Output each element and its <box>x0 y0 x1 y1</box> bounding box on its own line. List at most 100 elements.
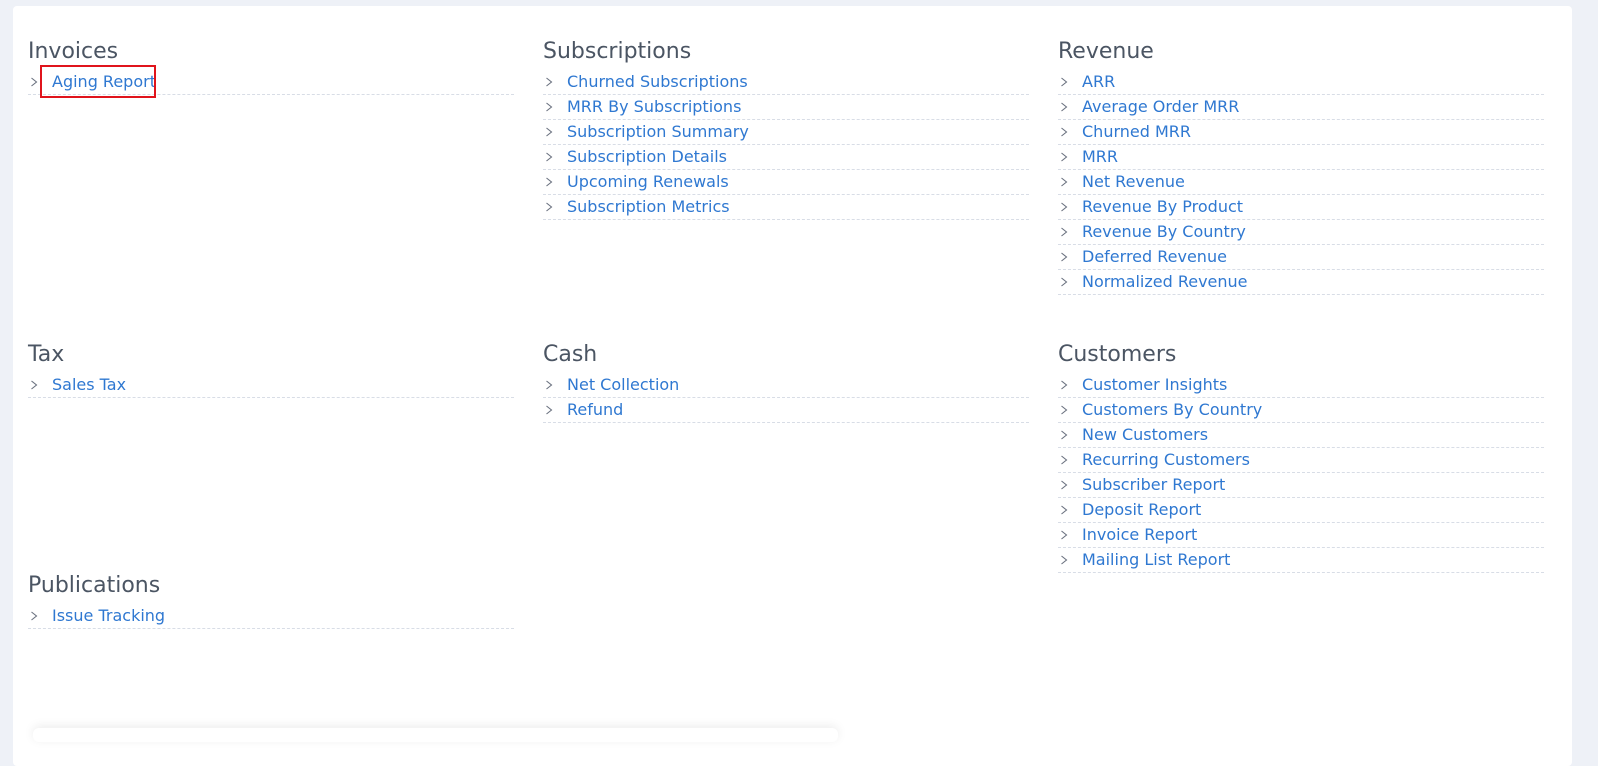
chevron-right-icon <box>546 202 553 212</box>
bottom-card-edge <box>33 728 838 742</box>
report-item: MRR By Subscriptions <box>543 96 1029 120</box>
chevron-right-icon <box>1061 177 1068 187</box>
report-item-aging-report: Aging Report <box>28 65 514 98</box>
report-link-revenue-by-product[interactable]: Revenue By Product <box>1082 197 1243 216</box>
section-tax: Tax Sales Tax <box>28 340 514 399</box>
report-list-tax: Sales Tax <box>28 374 514 398</box>
report-item: Net Collection <box>543 374 1029 398</box>
chevron-right-icon <box>546 127 553 137</box>
report-item: Subscriber Report <box>1058 474 1544 498</box>
report-link-subscription-metrics[interactable]: Subscription Metrics <box>567 197 730 216</box>
chevron-right-icon <box>31 77 38 87</box>
report-link-churned-subscriptions[interactable]: Churned Subscriptions <box>567 72 748 91</box>
chevron-right-icon <box>1061 430 1068 440</box>
chevron-right-icon <box>1061 102 1068 112</box>
chevron-right-icon <box>1061 77 1068 87</box>
chevron-right-icon <box>1061 505 1068 515</box>
report-link-deposit-report[interactable]: Deposit Report <box>1082 500 1201 519</box>
chevron-right-icon <box>31 380 38 390</box>
report-item: Revenue By Product <box>1058 196 1544 220</box>
report-item: Mailing List Report <box>1058 549 1544 573</box>
report-link-mailing-list-report[interactable]: Mailing List Report <box>1082 550 1230 569</box>
chevron-right-icon <box>546 177 553 187</box>
report-item: ARR <box>1058 71 1544 95</box>
chevron-right-icon <box>546 152 553 162</box>
report-item: New Customers <box>1058 424 1544 448</box>
section-title-publications: Publications <box>28 573 161 598</box>
report-list-subscriptions: Churned Subscriptions MRR By Subscriptio… <box>543 71 1029 220</box>
report-link-customer-insights[interactable]: Customer Insights <box>1082 375 1227 394</box>
chevron-right-icon <box>1061 152 1068 162</box>
section-title-tax: Tax <box>28 342 65 367</box>
chevron-right-icon <box>546 102 553 112</box>
report-link-issue-tracking[interactable]: Issue Tracking <box>52 606 165 625</box>
chevron-right-icon <box>1061 202 1068 212</box>
chevron-right-icon <box>1061 277 1068 287</box>
section-title-revenue: Revenue <box>1058 39 1154 64</box>
chevron-right-icon <box>1061 227 1068 237</box>
section-publications: Publications Issue Tracking <box>28 571 514 630</box>
report-item: Churned MRR <box>1058 121 1544 145</box>
chevron-right-icon <box>1061 252 1068 262</box>
report-item: Normalized Revenue <box>1058 271 1544 295</box>
report-link-revenue-by-country[interactable]: Revenue By Country <box>1082 222 1246 241</box>
report-link-subscription-details[interactable]: Subscription Details <box>567 147 727 166</box>
report-item: Revenue By Country <box>1058 221 1544 245</box>
section-title-cash: Cash <box>543 342 598 367</box>
chevron-right-icon <box>546 380 553 390</box>
section-invoices: Invoices Aging Report <box>28 37 514 98</box>
report-link-deferred-revenue[interactable]: Deferred Revenue <box>1082 247 1227 266</box>
report-item: Subscription Metrics <box>543 196 1029 220</box>
section-title-invoices: Invoices <box>28 39 119 64</box>
report-item: Customer Insights <box>1058 374 1544 398</box>
section-customers: Customers Customer Insights Customers By… <box>1058 340 1544 574</box>
report-item: Issue Tracking <box>28 605 514 629</box>
report-link-net-collection[interactable]: Net Collection <box>567 375 679 394</box>
chevron-right-icon <box>1061 127 1068 137</box>
report-link-churned-mrr[interactable]: Churned MRR <box>1082 122 1191 141</box>
report-list-customers: Customer Insights Customers By Country N… <box>1058 374 1544 573</box>
chevron-right-icon <box>1061 555 1068 565</box>
chevron-right-icon <box>1061 455 1068 465</box>
chevron-right-icon <box>546 77 553 87</box>
report-item: Refund <box>543 399 1029 423</box>
reports-panel: Invoices Aging Report Subscriptions Chur… <box>13 6 1572 766</box>
report-link-recurring-customers[interactable]: Recurring Customers <box>1082 450 1250 469</box>
section-cash: Cash Net Collection Refund <box>543 340 1029 424</box>
report-link-new-customers[interactable]: New Customers <box>1082 425 1208 444</box>
chevron-right-icon <box>1061 380 1068 390</box>
report-link-sales-tax[interactable]: Sales Tax <box>52 375 126 394</box>
report-list-cash: Net Collection Refund <box>543 374 1029 423</box>
report-link-average-order-mrr[interactable]: Average Order MRR <box>1082 97 1239 116</box>
report-item: Subscription Details <box>543 146 1029 170</box>
report-item: Sales Tax <box>28 374 514 398</box>
report-link-normalized-revenue[interactable]: Normalized Revenue <box>1082 272 1248 291</box>
report-list-revenue: ARR Average Order MRR Churned MRR MRR Ne… <box>1058 71 1544 295</box>
section-title-subscriptions: Subscriptions <box>543 39 692 64</box>
report-list-invoices: Aging Report <box>28 65 514 98</box>
report-link-mrr[interactable]: MRR <box>1082 147 1118 166</box>
report-item: Upcoming Renewals <box>543 171 1029 195</box>
report-link-customers-by-country[interactable]: Customers By Country <box>1082 400 1262 419</box>
chevron-right-icon <box>546 405 553 415</box>
report-link-subscriber-report[interactable]: Subscriber Report <box>1082 475 1225 494</box>
chevron-right-icon <box>1061 405 1068 415</box>
report-link-refund[interactable]: Refund <box>567 400 623 419</box>
report-item: MRR <box>1058 146 1544 170</box>
report-item: Customers By Country <box>1058 399 1544 423</box>
report-link-arr[interactable]: ARR <box>1082 72 1115 91</box>
report-link-invoice-report[interactable]: Invoice Report <box>1082 525 1197 544</box>
report-item: Net Revenue <box>1058 171 1544 195</box>
report-link-upcoming-renewals[interactable]: Upcoming Renewals <box>567 172 729 191</box>
report-list-publications: Issue Tracking <box>28 605 514 629</box>
report-item: Subscription Summary <box>543 121 1029 145</box>
report-item: Deferred Revenue <box>1058 246 1544 270</box>
report-item: Recurring Customers <box>1058 449 1544 473</box>
report-link-net-revenue[interactable]: Net Revenue <box>1082 172 1185 191</box>
section-title-customers: Customers <box>1058 342 1177 367</box>
chevron-right-icon <box>31 611 38 621</box>
report-link-subscription-summary[interactable]: Subscription Summary <box>567 122 749 141</box>
report-item: Deposit Report <box>1058 499 1544 523</box>
report-link-mrr-by-subscriptions[interactable]: MRR By Subscriptions <box>567 97 741 116</box>
chevron-right-icon <box>1061 480 1068 490</box>
